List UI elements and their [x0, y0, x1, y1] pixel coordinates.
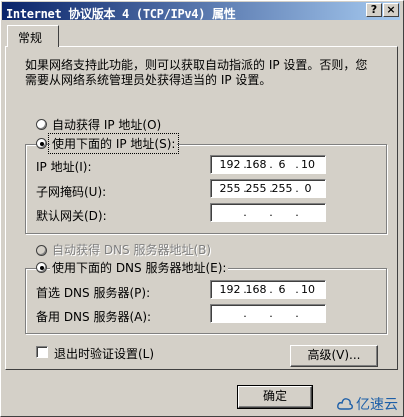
cloud-logo-icon — [337, 398, 353, 410]
watermark-text: 亿速云 — [356, 397, 398, 413]
preferred-dns-field[interactable]: 192. 168. 6. 10 — [210, 280, 326, 299]
ip-dot-separator: . — [295, 307, 299, 320]
window-title: Internet 协议版本 4 (TCP/IPv4) 属性 — [6, 7, 236, 21]
description-text: 如果网络支持此功能，则可以获取自动指派的 IP 设置。否则，您需要从网络系统管理… — [25, 58, 368, 87]
ip-octet[interactable]: 192 — [219, 158, 241, 171]
auto-ip-label[interactable]: 自动获得 IP 地址(O) — [50, 116, 164, 133]
ip-octet[interactable]: 6 — [271, 283, 293, 296]
watermark: 亿速云 — [337, 394, 398, 414]
validate-label[interactable]: 退出时验证设置(L) — [54, 345, 154, 362]
tab-general-label: 常规 — [18, 31, 43, 45]
advanced-button[interactable]: 高级(V)... — [290, 345, 378, 367]
subnet-mask-label: 子网掩码(U): — [36, 185, 107, 199]
ip-dot-separator: . — [295, 206, 299, 219]
manual-dns-label[interactable]: 使用下面的 DNS 服务器地址(E): — [50, 259, 229, 276]
alternate-dns-label: 备用 DNS 服务器(A): — [36, 310, 152, 324]
validate-checkbox[interactable] — [36, 346, 48, 358]
alternate-dns-field[interactable]: ... — [210, 304, 326, 323]
ip-octet[interactable]: 0 — [297, 182, 319, 195]
ip-dot-separator: . — [269, 206, 273, 219]
ip-octet[interactable]: 6 — [271, 158, 293, 171]
subnet-mask-field[interactable]: 255. 255. 255. 0 — [210, 179, 326, 198]
ip-octet[interactable]: 255 — [219, 182, 241, 195]
ip-octet[interactable]: 255 — [245, 182, 267, 195]
ip-address-label: IP 地址(I): — [36, 160, 92, 174]
ip-octet[interactable]: 168 — [245, 158, 267, 171]
ip-octet[interactable]: 255 — [271, 182, 293, 195]
manual-dns-radio[interactable] — [36, 262, 47, 273]
ip-octet[interactable]: 10 — [297, 158, 319, 171]
gateway-label: 默认网关(D): — [36, 209, 107, 223]
tab-general[interactable]: 常规 — [7, 25, 59, 47]
auto-dns-radio[interactable] — [36, 245, 47, 256]
ip-octet[interactable]: 10 — [297, 283, 319, 296]
ip-octet[interactable]: 192 — [219, 283, 241, 296]
close-button[interactable]: × — [383, 3, 399, 17]
auto-dns-label[interactable]: 自动获得 DNS 服务器地址(B) — [50, 241, 214, 258]
ip-dot-separator: . — [269, 307, 273, 320]
gateway-field[interactable]: ... — [210, 203, 326, 222]
ip-dot-separator: . — [243, 307, 247, 320]
manual-ip-label[interactable]: 使用下面的 IP 地址(S): — [47, 133, 180, 154]
ok-button[interactable]: 确定 — [237, 385, 313, 409]
manual-ip-radio[interactable] — [36, 138, 47, 149]
title-bar[interactable]: Internet 协议版本 4 (TCP/IPv4) 属性 — [2, 2, 400, 21]
auto-ip-radio[interactable] — [36, 119, 47, 130]
ip-dot-separator: . — [243, 206, 247, 219]
help-button[interactable]: ? — [366, 3, 382, 17]
ip-address-field[interactable]: 192. 168. 6. 10 — [210, 155, 326, 174]
ip-octet[interactable]: 168 — [245, 283, 267, 296]
preferred-dns-label: 首选 DNS 服务器(P): — [36, 286, 151, 300]
